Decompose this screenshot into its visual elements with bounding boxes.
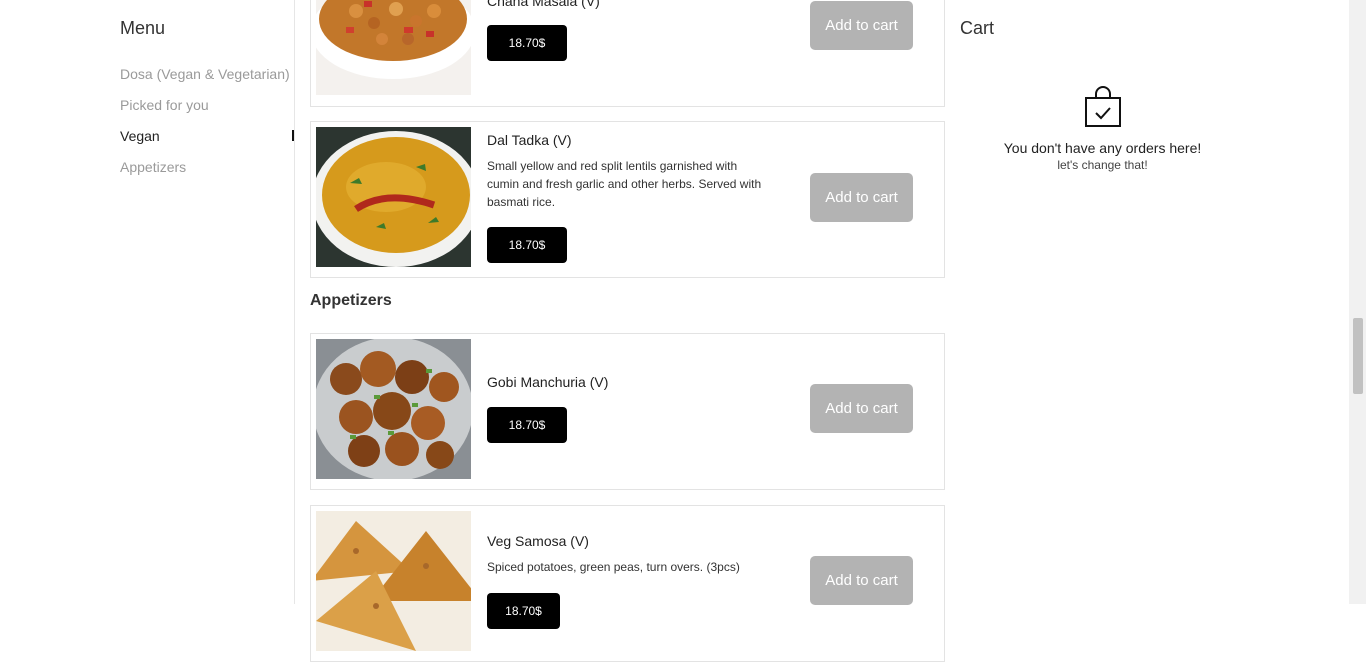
- product-card: Chana Masala (V) 18.70$ Add to cart: [310, 0, 945, 107]
- product-name: Dal Tadka (V): [487, 132, 572, 148]
- product-name: Veg Samosa (V): [487, 533, 589, 549]
- page-scrollbar[interactable]: [1349, 0, 1366, 604]
- product-image-veg-samosa: [316, 511, 471, 651]
- add-to-cart-button[interactable]: Add to cart: [810, 384, 913, 433]
- product-description: Spiced potatoes, green peas, turn overs.…: [487, 560, 740, 574]
- price-button[interactable]: 18.70$: [487, 25, 567, 61]
- scrollbar-thumb[interactable]: [1353, 318, 1363, 394]
- product-image-chana-masala: [316, 0, 471, 95]
- add-to-cart-button[interactable]: Add to cart: [810, 1, 913, 50]
- menu-item-vegan[interactable]: Vegan: [120, 128, 290, 159]
- section-title-appetizers: Appetizers: [310, 292, 392, 309]
- cart-empty-state: You don't have any orders here! let's ch…: [994, 86, 1211, 172]
- menu-item-dosa[interactable]: Dosa (Vegan & Vegetarian): [120, 66, 290, 97]
- product-card: Gobi Manchuria (V) 18.70$ Add to cart: [310, 333, 945, 490]
- cart-empty-message: You don't have any orders here!: [1003, 140, 1202, 156]
- product-list: Chana Masala (V) 18.70$ Add to cart Dal …: [310, 0, 946, 662]
- active-menu-indicator: [292, 130, 294, 141]
- menu-sidebar: Menu Dosa (Vegan & Vegetarian) Picked fo…: [0, 0, 295, 604]
- price-button[interactable]: 18.70$: [487, 593, 560, 629]
- product-name: Gobi Manchuria (V): [487, 374, 609, 390]
- shopping-bag-check-icon: [1084, 86, 1121, 127]
- product-card: Dal Tadka (V) Small yellow and red split…: [310, 121, 945, 278]
- menu-item-appetizers[interactable]: Appetizers: [120, 159, 290, 190]
- add-to-cart-button[interactable]: Add to cart: [810, 173, 913, 222]
- menu-item-picked-for-you[interactable]: Picked for you: [120, 97, 290, 128]
- price-button[interactable]: 18.70$: [487, 407, 567, 443]
- cart-empty-submessage: let's change that!: [1057, 158, 1148, 172]
- menu-list: Dosa (Vegan & Vegetarian) Picked for you…: [120, 66, 290, 190]
- product-image-dal-tadka: [316, 127, 471, 267]
- product-card: Veg Samosa (V) Spiced potatoes, green pe…: [310, 505, 945, 662]
- add-to-cart-button[interactable]: Add to cart: [810, 556, 913, 605]
- menu-title: Menu: [120, 18, 166, 38]
- product-image-gobi-manchuria: [316, 339, 471, 479]
- price-button[interactable]: 18.70$: [487, 227, 567, 263]
- product-description: Small yellow and red split lentils garni…: [487, 159, 762, 209]
- cart-title: Cart: [960, 18, 995, 38]
- product-name: Chana Masala (V): [487, 0, 600, 9]
